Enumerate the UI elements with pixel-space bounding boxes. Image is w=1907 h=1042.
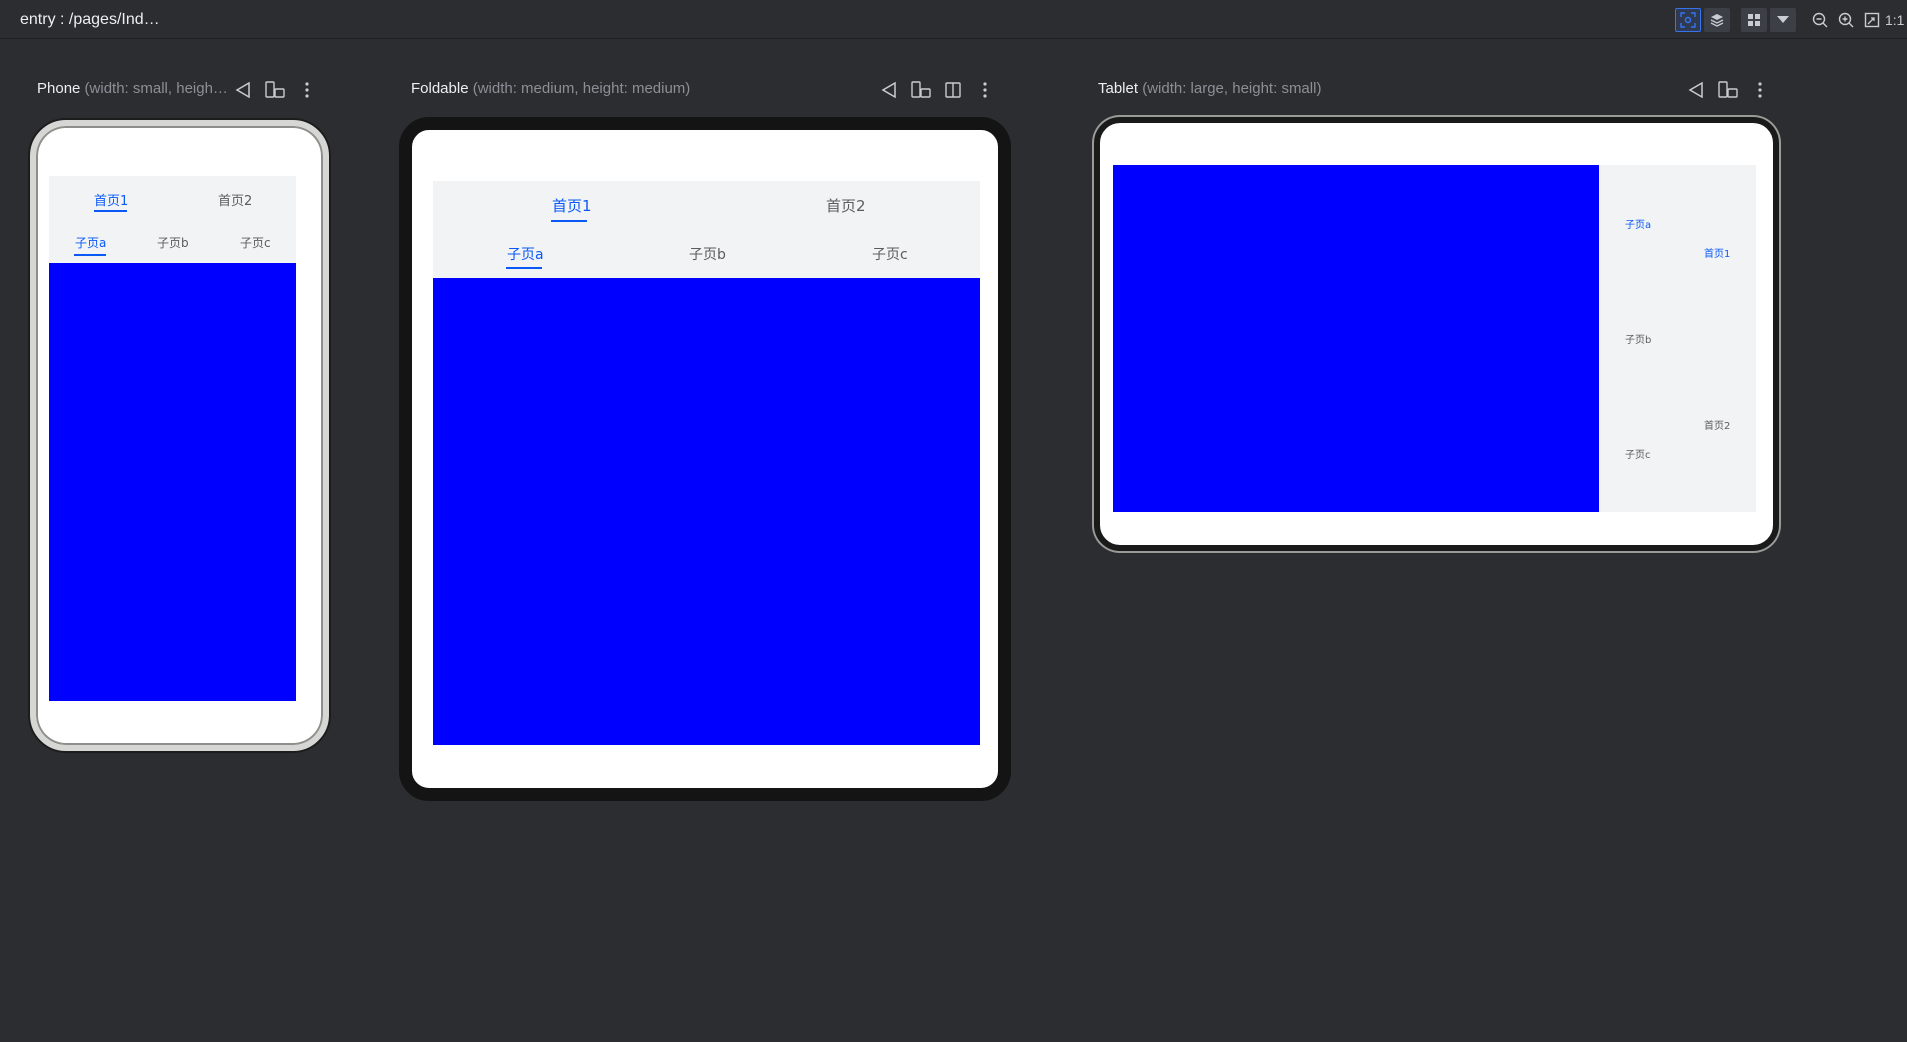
subtab-c[interactable]: 子页c — [240, 234, 271, 251]
tablet-side-bar: 子页a 子页b 子页c 首页1 首页2 — [1599, 165, 1756, 512]
device-dims: (width: small, heigh… — [80, 80, 228, 97]
chevron-down-icon[interactable] — [1770, 8, 1796, 32]
subtab-c[interactable]: 子页c — [1625, 446, 1651, 461]
foldable-tab-bar: 首页1 首页2 子页a 子页b 子页c — [433, 181, 980, 278]
subtab-a[interactable]: 子页a — [1625, 216, 1651, 231]
tab-home2[interactable]: 首页2 — [218, 190, 252, 209]
actual-size-button[interactable]: 1:1 — [1885, 12, 1907, 28]
tab-home1[interactable]: 首页1 — [552, 195, 592, 216]
tab-indicator — [551, 220, 587, 222]
content-area — [1113, 165, 1599, 512]
foldable-device-frame: 首页1 首页2 子页a 子页b 子页c — [399, 117, 1011, 801]
subtab-b[interactable]: 子页b — [157, 234, 189, 251]
back-icon[interactable] — [232, 80, 254, 100]
layers-icon[interactable] — [1704, 8, 1730, 32]
content-area — [433, 278, 980, 745]
toolbar-icons: 1:1 — [1675, 8, 1907, 32]
fold-icon[interactable] — [942, 80, 964, 100]
phone-header: Phone (width: small, heigh… — [37, 80, 228, 100]
device-name: Phone — [37, 80, 81, 97]
back-icon[interactable] — [1685, 80, 1707, 100]
page-title: entry : /pages/Ind… — [20, 11, 160, 28]
more-icon[interactable] — [296, 80, 318, 100]
tab-home1[interactable]: 首页1 — [1704, 245, 1730, 260]
device-name: Foldable — [411, 80, 469, 97]
content-area — [49, 263, 296, 701]
tablet-device-frame: 子页a 子页b 子页c 首页1 首页2 — [1094, 117, 1779, 551]
phone-tab-bar: 首页1 首页2 子页a 子页b 子页c — [49, 176, 296, 263]
subtab-indicator — [506, 267, 542, 269]
subtab-b[interactable]: 子页b — [689, 244, 726, 264]
tab-home2[interactable]: 首页2 — [1704, 417, 1730, 432]
more-icon[interactable] — [1749, 80, 1771, 100]
subtab-a[interactable]: 子页a — [507, 244, 544, 264]
subtab-c[interactable]: 子页c — [872, 244, 908, 264]
fit-screen-icon[interactable] — [1859, 8, 1885, 32]
tablet-header: Tablet (width: large, height: small) — [1098, 80, 1321, 100]
back-icon[interactable] — [878, 80, 900, 100]
preview-icon[interactable] — [1675, 8, 1701, 32]
device-dims: (width: large, height: small) — [1138, 80, 1322, 97]
tablet-tools — [1685, 80, 1771, 100]
tab-indicator — [94, 210, 127, 212]
preview-toolbar: entry : /pages/Ind… 1:1 — [0, 0, 1907, 39]
grid-icon[interactable] — [1741, 8, 1767, 32]
subtab-a[interactable]: 子页a — [75, 234, 106, 251]
foldable-tools — [878, 80, 996, 100]
phone-tools — [232, 80, 318, 100]
rotate-device-icon[interactable] — [264, 80, 286, 100]
foldable-header: Foldable (width: medium, height: medium) — [411, 80, 690, 100]
device-name: Tablet — [1098, 80, 1139, 97]
rotate-device-icon[interactable] — [1717, 80, 1739, 100]
device-dims: (width: medium, height: medium) — [468, 80, 691, 97]
subtab-b[interactable]: 子页b — [1625, 331, 1651, 346]
phone-device-frame: 首页1 首页2 子页a 子页b 子页c — [30, 120, 329, 751]
tab-home1[interactable]: 首页1 — [94, 190, 128, 209]
zoom-in-icon[interactable] — [1833, 8, 1859, 32]
tab-home2[interactable]: 首页2 — [826, 195, 866, 216]
more-icon[interactable] — [974, 80, 996, 100]
zoom-out-icon[interactable] — [1807, 8, 1833, 32]
rotate-device-icon[interactable] — [910, 80, 932, 100]
subtab-indicator — [74, 254, 106, 256]
